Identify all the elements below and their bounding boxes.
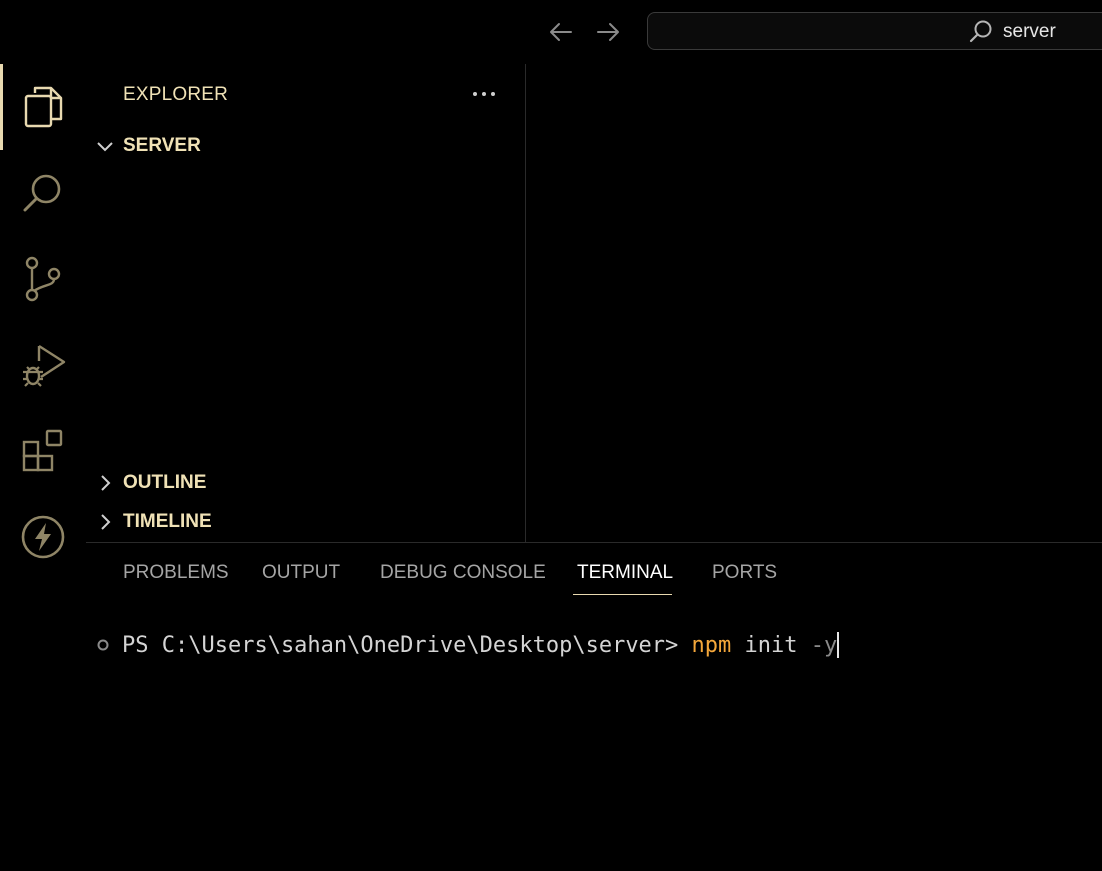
terminal-flag: -y [810, 632, 838, 658]
thunder-icon [21, 515, 65, 559]
command-status-circle-icon[interactable] [97, 639, 109, 651]
more-actions-button[interactable] [469, 82, 499, 106]
tab-output[interactable]: OUTPUT [262, 562, 340, 592]
sidebar-title: EXPLORER [123, 84, 229, 105]
vscode-window: server EXPLORER SERVER OUTLINE TIMELINE … [0, 0, 1102, 871]
section-timeline[interactable]: TIMELINE [94, 508, 212, 536]
active-tab-underline [573, 594, 672, 595]
terminal-cursor [837, 632, 840, 658]
sidebar-divider[interactable] [525, 64, 526, 542]
activity-thunder-client[interactable] [0, 494, 86, 580]
activity-extensions[interactable] [0, 408, 86, 494]
section-outline[interactable]: OUTLINE [94, 469, 206, 497]
run-debug-icon [23, 344, 66, 387]
search-icon [969, 20, 992, 43]
explorer-sidebar: EXPLORER SERVER OUTLINE TIMELINE [86, 64, 525, 542]
terminal-args: init [731, 632, 811, 658]
extensions-icon [22, 429, 63, 472]
command-center-search[interactable]: server [647, 12, 1102, 50]
terminal-command: npm [691, 632, 732, 658]
section-label: SERVER [123, 135, 201, 156]
section-label: OUTLINE [123, 472, 207, 493]
chevron-right-icon [94, 511, 116, 533]
chevron-down-icon [94, 135, 116, 157]
panel-resize-border[interactable] [86, 542, 1102, 543]
section-label: TIMELINE [123, 511, 212, 532]
activity-bar [0, 64, 86, 871]
arrow-right-icon [597, 23, 619, 41]
activity-search[interactable] [0, 150, 86, 236]
forward-button[interactable] [592, 16, 624, 48]
source-control-icon [25, 256, 61, 302]
search-icon [23, 174, 61, 212]
tab-terminal[interactable]: TERMINAL [577, 562, 673, 592]
tab-problems[interactable]: PROBLEMS [123, 562, 229, 592]
files-icon [24, 86, 63, 128]
terminal-line[interactable]: PS C:\Users\sahan\OneDrive\Desktop\serve… [97, 630, 840, 660]
back-button[interactable] [545, 16, 577, 48]
arrow-left-icon [550, 23, 572, 41]
activity-explorer[interactable] [0, 64, 86, 150]
activity-run-debug[interactable] [0, 322, 86, 408]
tab-ports[interactable]: PORTS [712, 562, 777, 592]
tab-debug-console[interactable]: DEBUG CONSOLE [380, 562, 546, 592]
title-bar: server [0, 0, 1102, 64]
search-text: server [1003, 21, 1056, 42]
section-server[interactable]: SERVER [94, 132, 201, 160]
panel-tabs: PROBLEMS OUTPUT DEBUG CONSOLE TERMINAL P… [86, 552, 1102, 600]
active-indicator [0, 64, 3, 150]
activity-source-control[interactable] [0, 236, 86, 322]
ellipsis-icon [473, 92, 495, 96]
chevron-right-icon [94, 472, 116, 494]
terminal-prompt: PS C:\Users\sahan\OneDrive\Desktop\serve… [122, 632, 692, 658]
